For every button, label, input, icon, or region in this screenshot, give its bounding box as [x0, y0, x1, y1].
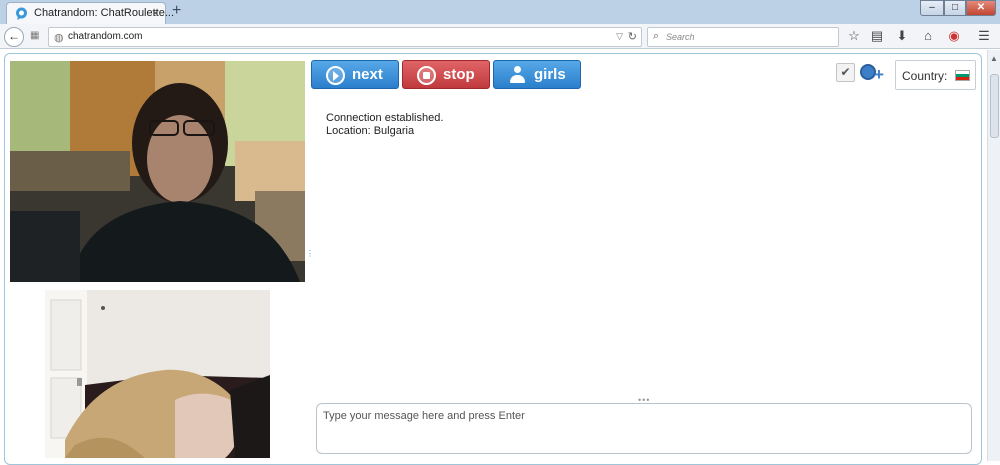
star-icon[interactable]: ☆ — [846, 28, 862, 44]
next-button-label: next — [352, 66, 383, 83]
browser-titlebar: Chatrandom: ChatRoulette... × + – □ ✕ — [0, 0, 1000, 24]
flag-stripe-red — [956, 76, 969, 80]
message-input[interactable] — [316, 403, 972, 454]
window-close-button[interactable]: ✕ — [966, 0, 996, 16]
search-bar[interactable]: ⌕ Search — [647, 27, 839, 47]
page-scrollbar[interactable]: ▲ — [987, 50, 1000, 461]
reload-icon[interactable]: ↻ — [628, 30, 637, 43]
country-label: Country: — [902, 69, 948, 83]
next-button[interactable]: next — [311, 60, 399, 89]
window-minimize-button[interactable]: – — [920, 0, 944, 16]
video-splitter-handle[interactable]: ⋮ — [306, 250, 314, 258]
browser-tab-chatrandom[interactable]: Chatrandom: ChatRoulette... × — [6, 2, 174, 24]
status-line-connection: Connection established. — [326, 112, 444, 124]
play-arrow-icon — [326, 66, 345, 85]
globe-icon: ◍ — [54, 32, 64, 44]
country-selector[interactable]: Country: — [895, 60, 976, 90]
checkmark-icon[interactable]: ✔ — [836, 63, 855, 82]
window-maximize-button[interactable]: □ — [944, 0, 966, 16]
scrollbar-thumb[interactable] — [990, 74, 999, 138]
add-user-icon[interactable]: + — [858, 62, 888, 84]
home-icon[interactable]: ⌂ — [920, 28, 936, 44]
chat-page: ⋮ next stop girls ✔ + Country: Connectio… — [0, 50, 986, 465]
back-arrow-icon[interactable]: ← — [4, 27, 24, 47]
new-tab-button[interactable]: + — [172, 2, 181, 20]
page-info-icon[interactable]: ▦ — [30, 30, 39, 41]
url-text: chatrandom.com — [68, 31, 143, 42]
stop-button-label: stop — [443, 66, 475, 83]
bulgaria-flag-icon — [955, 70, 970, 81]
tab-close-icon[interactable]: × — [152, 6, 159, 20]
url-dropdown-icon[interactable]: ▽ — [616, 31, 623, 42]
stop-square-icon — [417, 66, 436, 85]
browser-navbar: ← ▦ ◍ chatrandom.com ▽ ↻ ⌕ Search ☆ ▤ ⬇ … — [0, 24, 1000, 49]
search-placeholder: Search — [666, 32, 695, 42]
plus-icon: + — [874, 65, 884, 84]
search-icon: ⌕ — [653, 30, 660, 42]
girls-button-label: girls — [534, 66, 566, 83]
clipboard-icon[interactable]: ▤ — [869, 28, 885, 44]
remote-video — [10, 61, 305, 282]
url-bar[interactable]: ◍ chatrandom.com ▽ ↻ — [48, 27, 642, 47]
scroll-up-arrow-icon[interactable]: ▲ — [990, 54, 998, 63]
chat-bubble-icon — [16, 7, 27, 20]
local-video — [45, 290, 270, 458]
status-line-location: Location: Bulgaria — [326, 125, 415, 137]
download-icon[interactable]: ⬇ — [894, 28, 910, 44]
user-icon — [508, 66, 527, 85]
chat-log: Connection established. Location: Bulgar… — [326, 112, 443, 138]
stop-button[interactable]: stop — [402, 60, 490, 89]
addon-icon[interactable]: ◉ — [946, 28, 962, 44]
girls-filter-button[interactable]: girls — [493, 60, 581, 89]
hamburger-icon[interactable]: ☰ — [976, 28, 992, 44]
